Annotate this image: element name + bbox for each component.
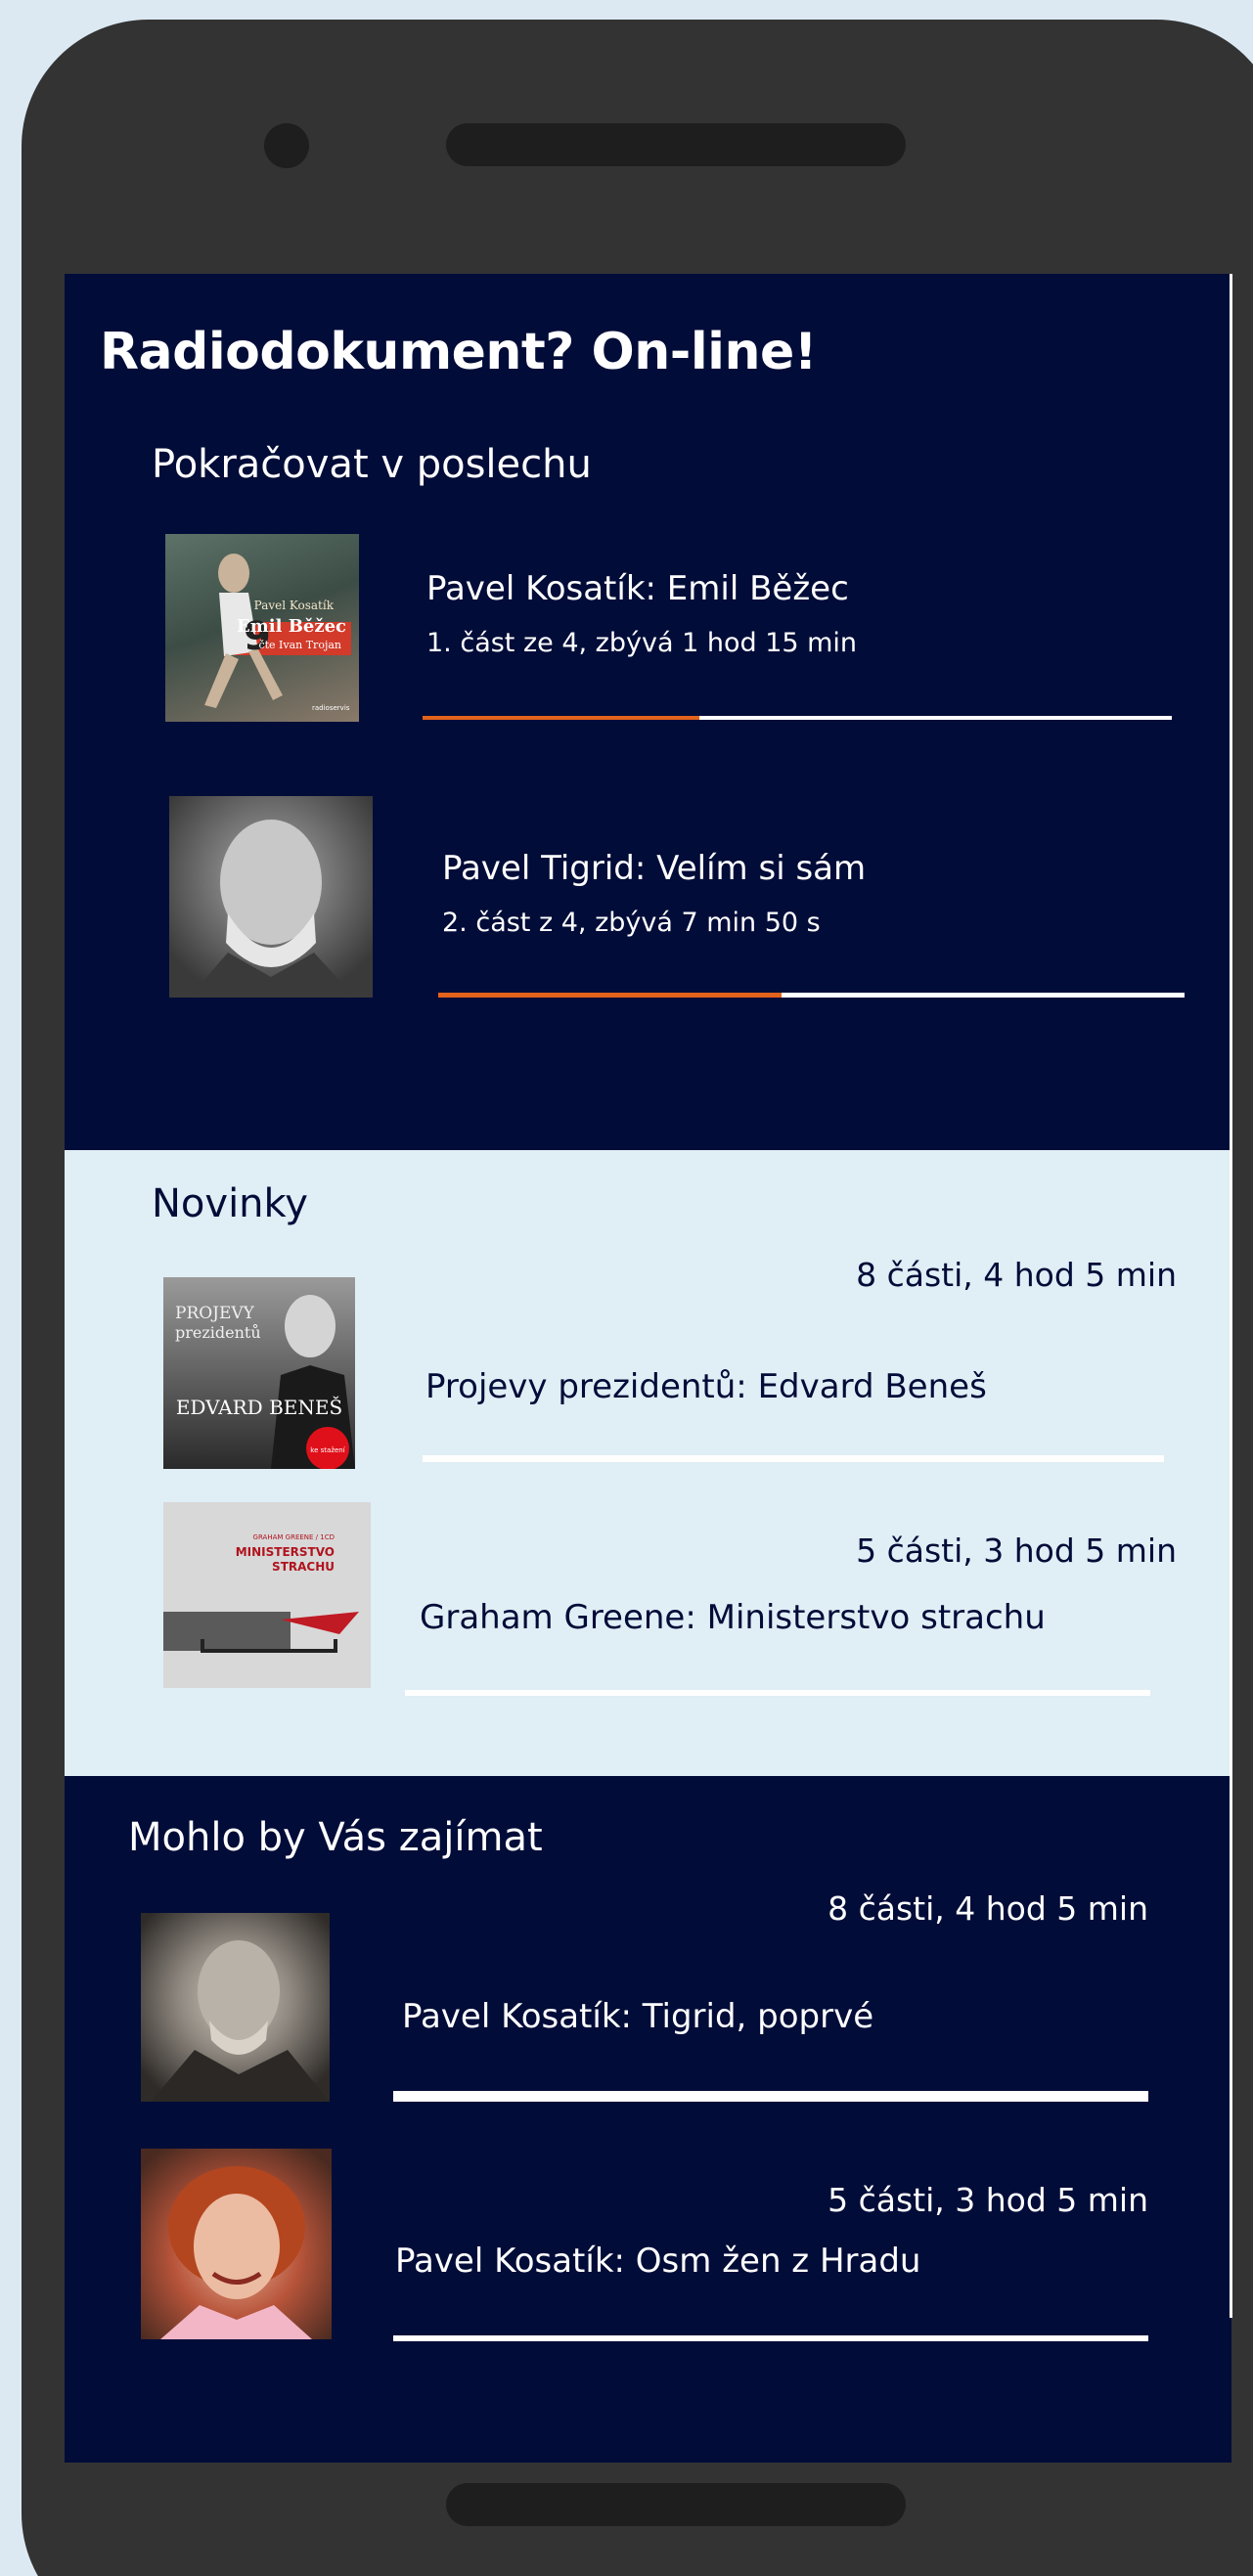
portrait-illustration: [160, 2166, 312, 2339]
cover-name: EDVARD BENEŠ: [176, 1395, 342, 1419]
page-title: Radiodokument? On-line!: [100, 323, 818, 381]
portrait-illustration: [151, 1940, 330, 2102]
cover-image: [141, 1913, 330, 2102]
cover-illustration: GRAHAM GREENE / 1CD MINISTERSTVO STRACHU: [163, 1533, 359, 1653]
news-heading: Novinky: [152, 1181, 308, 1226]
cover-author: Pavel Kosatík: [254, 599, 335, 612]
cover-image: [169, 796, 373, 998]
divider-bar: [423, 1455, 1164, 1462]
divider-bar: [405, 1690, 1150, 1696]
item-meta: 8 části, 4 hod 5 min: [856, 1256, 1177, 1294]
progress-bar[interactable]: [423, 716, 1172, 720]
item-title: Graham Greene: Ministerstvo strachu: [420, 1598, 1046, 1637]
progress-fill: [438, 993, 782, 998]
cover-author: GRAHAM GREENE / 1CD: [253, 1533, 335, 1541]
cover-image: 9 Pavel Kosatík Emil Běžec čte Ivan Troj…: [165, 534, 359, 722]
cover-badge: ke stažení: [310, 1446, 345, 1454]
cover-series-sub: prezidentů: [175, 1323, 261, 1342]
cover-series: PROJEVY: [175, 1304, 255, 1323]
progress-bar[interactable]: [438, 993, 1185, 998]
item-meta: 5 části, 3 hod 5 min: [828, 2181, 1148, 2219]
portrait-illustration: [189, 820, 355, 998]
item-title: Pavel Kosatík: Emil Běžec: [426, 569, 849, 608]
divider-bar: [393, 2335, 1148, 2341]
cover-publisher: radioservis: [312, 704, 350, 712]
divider-bar: [393, 2091, 1148, 2102]
camera-icon: [264, 123, 309, 168]
news-section: Novinky PROJEVY prezidentů EDVARD BENEŠ …: [65, 1150, 1231, 1776]
cover-title-line1: MINISTERSTVO: [236, 1545, 335, 1559]
item-title: Pavel Kosatík: Osm žen z Hradu: [395, 2242, 921, 2281]
recommended-heading: Mohlo by Vás zajímat: [128, 1815, 543, 1860]
item-subtitle: 2. část z 4, zbývá 7 min 50 s: [442, 908, 821, 938]
item-meta: 8 části, 4 hod 5 min: [828, 1889, 1148, 1928]
cover-image: PROJEVY prezidentů EDVARD BENEŠ ke staže…: [163, 1277, 355, 1469]
runner-illustration: 9 Pavel Kosatík Emil Běžec čte Ivan Troj…: [204, 554, 351, 712]
cover-title-line2: STRACHU: [272, 1560, 335, 1574]
cover-image: [141, 2149, 332, 2339]
item-title: Projevy prezidentů: Edvard Beneš: [425, 1367, 987, 1406]
cover-image: GRAHAM GREENE / 1CD MINISTERSTVO STRACHU: [163, 1502, 371, 1688]
cover-illustration: PROJEVY prezidentů EDVARD BENEŠ ke staže…: [175, 1295, 355, 1469]
continue-listening-heading: Pokračovat v poslechu: [152, 442, 592, 487]
screen-edge: [1230, 274, 1232, 2318]
item-meta: 5 části, 3 hod 5 min: [856, 1532, 1177, 1570]
app-screen: Radiodokument? On-line! Pokračovat v pos…: [65, 274, 1231, 2463]
progress-fill: [423, 716, 700, 720]
cover-book-title: Emil Běžec: [237, 616, 346, 637]
speaker-grille: [446, 123, 906, 166]
item-title: Pavel Tigrid: Velím si sám: [442, 849, 867, 888]
item-title: Pavel Kosatík: Tigrid, poprvé: [402, 1997, 874, 2036]
home-bar[interactable]: [446, 2483, 906, 2526]
cover-reader: čte Ivan Trojan: [258, 639, 341, 651]
item-subtitle: 1. část ze 4, zbývá 1 hod 15 min: [426, 628, 858, 658]
